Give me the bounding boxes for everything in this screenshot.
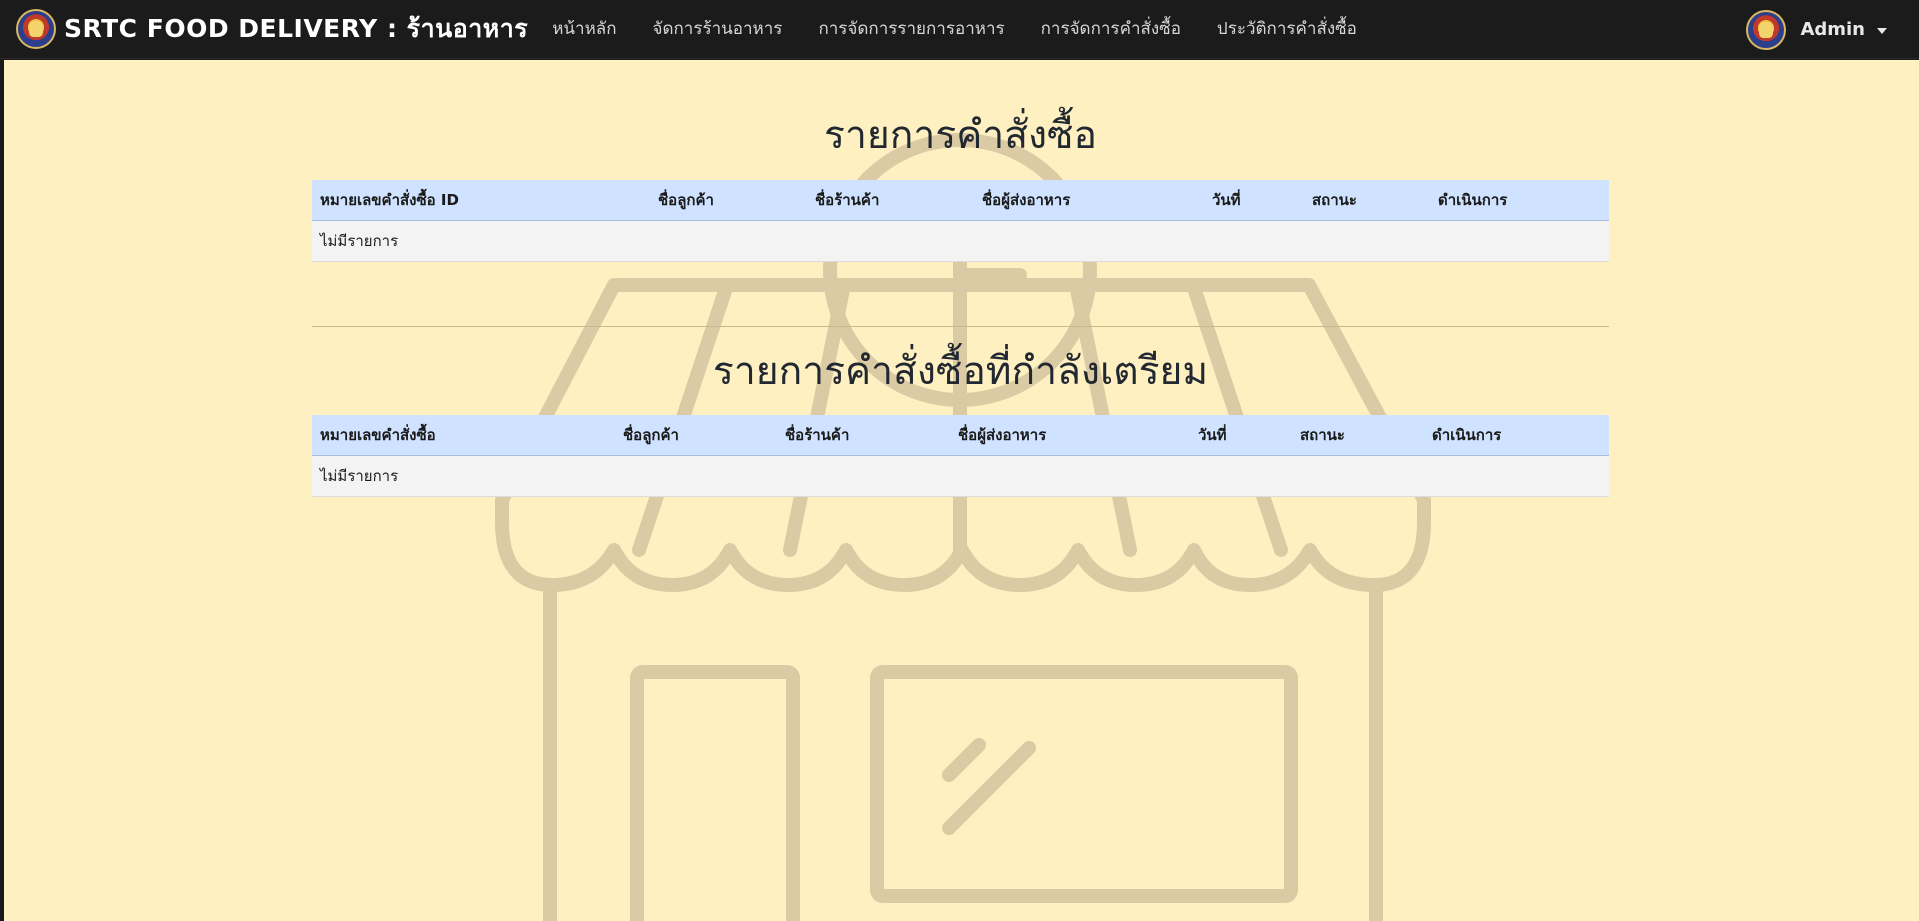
nav-links: หน้าหลัก จัดการร้านอาหาร การจัดการรายการ… [534,0,1375,58]
col-date: วันที่ [1212,191,1241,209]
brand[interactable]: SRTC FOOD DELIVERY : ร้านอาหาร [0,0,528,58]
table-row: ไม่มีรายการ [312,221,1609,262]
avatar [1746,9,1787,50]
col-actions: ดำเนินการ [1432,426,1502,444]
orders-table: หมายเลขคำสั่งซื้อ ID ชื่อลูกค้า ชื่อร้าน… [312,180,1609,262]
user-menu[interactable]: Admin [1746,0,1887,59]
brand-title[interactable]: SRTC FOOD DELIVERY : ร้านอาหาร [64,9,528,49]
preparing-table: หมายเลขคำสั่งซื้อ ชื่อลูกค้า ชื่อร้านค้า… [312,415,1609,497]
col-order-id: หมายเลขคำสั่งซื้อ [320,426,436,444]
col-status: สถานะ [1312,191,1357,209]
nav-link-manage-orders[interactable]: การจัดการคำสั่งซื้อ [1023,0,1199,59]
col-store: ชื่อร้านค้า [785,426,850,444]
col-customer: ชื่อลูกค้า [623,426,679,444]
col-rider: ชื่อผู้ส่งอาหาร [958,426,1047,444]
col-actions: ดำเนินการ [1438,191,1508,209]
top-navbar: SRTC FOOD DELIVERY : ร้านอาหาร หน้าหลัก … [0,0,1919,59]
preparing-table-header: หมายเลขคำสั่งซื้อ ชื่อลูกค้า ชื่อร้านค้า… [312,415,1609,456]
col-status: สถานะ [1300,426,1345,444]
nav-link-home[interactable]: หน้าหลัก [534,0,634,59]
empty-message: ไม่มีรายการ [320,467,399,485]
col-order-id: หมายเลขคำสั่งซื้อ ID [320,191,459,209]
nav-link-order-history[interactable]: ประวัติการคำสั่งซื้อ [1199,0,1375,59]
table-row: ไม่มีรายการ [312,456,1609,497]
col-date: วันที่ [1198,426,1227,444]
col-store: ชื่อร้านค้า [815,191,880,209]
orders-table-header: หมายเลขคำสั่งซื้อ ID ชื่อลูกค้า ชื่อร้าน… [312,180,1609,221]
nav-link-manage-restaurant[interactable]: จัดการร้านอาหาร [635,0,801,59]
col-rider: ชื่อผู้ส่งอาหาร [982,191,1071,209]
section-divider [312,326,1609,327]
col-customer: ชื่อลูกค้า [658,191,714,209]
preparing-title: รายการคำสั่งซื้อที่กำลังเตรียม [712,349,1209,394]
empty-message: ไม่มีรายการ [320,232,399,250]
chevron-down-icon[interactable] [1877,27,1887,34]
orders-title: รายการคำสั่งซื้อ [824,113,1097,158]
college-seal-icon [16,9,56,49]
user-name[interactable]: Admin [1800,19,1865,40]
main-content: รายการคำสั่งซื้อ หมายเลขคำสั่งซื้อ ID ชื… [4,60,1919,921]
nav-link-manage-menu[interactable]: การจัดการรายการอาหาร [800,0,1022,59]
